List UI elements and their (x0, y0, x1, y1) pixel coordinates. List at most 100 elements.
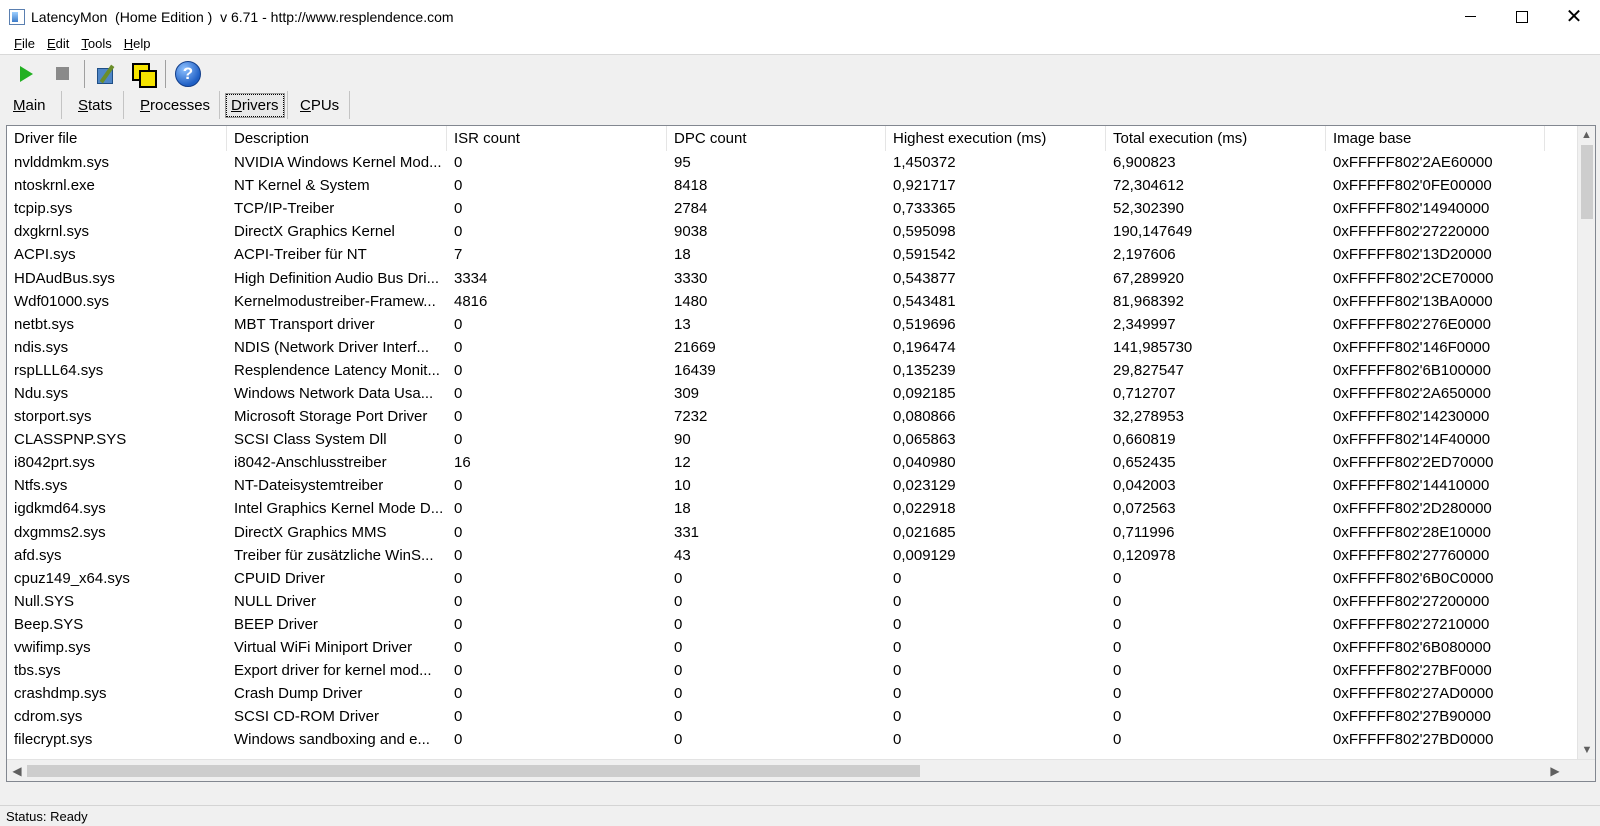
table-row[interactable]: rspLLL64.sys Resplendence Latency Monit..… (7, 359, 1545, 382)
table-row[interactable]: Beep.SYS BEEP Driver 0 0 0 0 0xFFFFF802'272100… (7, 613, 1545, 636)
latencymon-app-icon[interactable] (9, 8, 25, 25)
cell-dpc-count: 3330 (674, 269, 708, 287)
cell-total-execution: 0 (1113, 708, 1122, 726)
column-header-dpc-count[interactable]: DPC count (667, 126, 886, 151)
cell-isr-count: 0 (454, 315, 463, 333)
horizontal-scrollbar[interactable]: ◀ ▶ (7, 759, 1595, 781)
table-row[interactable]: vwifimp.sys Virtual WiFi Miniport Driver 0… (7, 636, 1545, 659)
stop-monitor-button[interactable] (46, 58, 78, 90)
table-row[interactable]: ndis.sys NDIS (Network Driver Interf... 0 2… (7, 336, 1545, 359)
table-row[interactable]: nvlddmkm.sys NVIDIA Windows Kernel Mod...… (7, 151, 1545, 174)
cell-dpc-count: 0 (674, 615, 683, 633)
cell-driver-file: Beep.SYS (14, 615, 84, 633)
column-header-driver-file[interactable]: Driver file (7, 126, 227, 151)
cell-driver-file: vwifimp.sys (14, 639, 91, 657)
scroll-right-icon[interactable]: ▶ (1545, 760, 1565, 781)
tools-button[interactable] (91, 58, 123, 90)
cell-description: Virtual WiFi Miniport Driver (234, 639, 413, 657)
vertical-scroll-thumb[interactable] (1581, 145, 1593, 219)
table-row[interactable]: netbt.sys MBT Transport driver 0 13 0,519696… (7, 313, 1545, 336)
help-button[interactable]: ? (172, 58, 204, 90)
table-row[interactable]: igdkmd64.sys Intel Graphics Kernel Mode D… (7, 497, 1545, 520)
table-row[interactable]: dxgkrnl.sys DirectX Graphics Kernel 0 9038 0… (7, 220, 1545, 243)
table-row[interactable]: storport.sys Microsoft Storage Port Drive… (7, 405, 1545, 428)
cell-highest-execution: 0,519696 (893, 315, 956, 333)
cell-description: DirectX Graphics MMS (234, 523, 387, 541)
table-row[interactable]: Ndu.sys Windows Network Data Usa... 0 309 0,… (7, 382, 1545, 405)
column-header-isr-count[interactable]: ISR count (447, 126, 667, 151)
column-header-total-execution[interactable]: Total execution (ms) (1106, 126, 1326, 151)
close-button[interactable]: ✕ (1548, 0, 1600, 33)
tab-cpus[interactable]: CPUs (288, 91, 350, 119)
menu-tools[interactable]: Tools (75, 36, 117, 51)
column-header-image-base[interactable]: Image base (1326, 126, 1545, 151)
cell-description: i8042-Anschlusstreiber (234, 454, 387, 472)
table-row[interactable]: ACPI.sys ACPI-Treiber für NT 7 18 0,591542 2,… (7, 243, 1545, 266)
cell-description: CPUID Driver (234, 569, 325, 587)
table-row[interactable]: HDAudBus.sys High Definition Audio Bus Dr… (7, 266, 1545, 289)
cell-total-execution: 0,660819 (1113, 431, 1176, 449)
cell-description: TCP/IP-Treiber (234, 200, 335, 218)
column-header-description[interactable]: Description (227, 126, 447, 151)
cell-image-base: 0xFFFFF802'14410000 (1333, 477, 1490, 495)
minimize-button[interactable] (1444, 0, 1496, 33)
cell-highest-execution: 0,080866 (893, 408, 956, 426)
cell-dpc-count: 0 (674, 569, 683, 587)
table-row[interactable]: crashdmp.sys Crash Dump Driver 0 0 0 0 0xFFFFF… (7, 682, 1545, 705)
windows-button[interactable] (127, 58, 159, 90)
vertical-scrollbar[interactable]: ▲ ▼ (1577, 126, 1595, 759)
cell-description: BEEP Driver (234, 615, 318, 633)
table-row[interactable]: cdrom.sys SCSI CD-ROM Driver 0 0 0 0 0xFFFFF80… (7, 705, 1545, 728)
cell-isr-count: 0 (454, 592, 463, 610)
table-row[interactable]: tcpip.sys TCP/IP-Treiber 0 2784 0,733365 52,3… (7, 197, 1545, 220)
menu-file[interactable]: File (8, 36, 41, 51)
table-row[interactable]: cpuz149_x64.sys CPUID Driver 0 0 0 0 0xFFFFF80… (7, 567, 1545, 590)
cell-description: MBT Transport driver (234, 315, 375, 333)
table-row[interactable]: ntoskrnl.exe NT Kernel & System 0 8418 0,921… (7, 174, 1545, 197)
table-row[interactable]: Wdf01000.sys Kernelmodustreiber-Framew...… (7, 290, 1545, 313)
maximize-button[interactable] (1496, 0, 1548, 33)
cell-dpc-count: 18 (674, 500, 691, 518)
drivers-list[interactable]: Driver file Description ISR count DPC co… (6, 125, 1596, 782)
cell-dpc-count: 331 (674, 523, 700, 541)
cell-total-execution: 2,349997 (1113, 315, 1176, 333)
cell-highest-execution: 1,450372 (893, 154, 956, 172)
scroll-left-icon[interactable]: ◀ (7, 760, 27, 781)
tab-strip: Main Stats Processes Drivers CPUs (0, 90, 1600, 120)
menu-help[interactable]: Help (118, 36, 157, 51)
table-row[interactable]: i8042prt.sys i8042-Anschlusstreiber 16 12 0,… (7, 451, 1545, 474)
cell-isr-count: 16 (454, 454, 471, 472)
cell-dpc-count: 21669 (674, 338, 716, 356)
cell-isr-count: 0 (454, 361, 463, 379)
table-row[interactable]: Ntfs.sys NT-Dateisystemtreiber 0 10 0,023129… (7, 474, 1545, 497)
tab-main[interactable]: Main (2, 91, 62, 119)
tab-processes[interactable]: Processes (124, 91, 220, 119)
cell-isr-count: 7 (454, 246, 463, 264)
cell-total-execution: 32,278953 (1113, 408, 1184, 426)
table-row[interactable]: dxgmms2.sys DirectX Graphics MMS 0 331 0,021… (7, 521, 1545, 544)
table-row[interactable]: Null.SYS NULL Driver 0 0 0 0 0xFFFFF802'272000… (7, 590, 1545, 613)
table-row[interactable]: filecrypt.sys Windows sandboxing and e...… (7, 728, 1545, 751)
cell-highest-execution: 0 (893, 662, 902, 680)
horizontal-scroll-thumb[interactable] (27, 765, 920, 777)
tab-stats[interactable]: Stats (62, 91, 124, 119)
start-monitor-button[interactable] (10, 58, 42, 90)
cell-description: SCSI CD-ROM Driver (234, 708, 379, 726)
cell-description: High Definition Audio Bus Dri... (234, 269, 440, 287)
cell-total-execution: 0 (1113, 615, 1122, 633)
menu-edit[interactable]: Edit (41, 36, 75, 51)
cell-isr-count: 0 (454, 200, 463, 218)
menu-bar: File Edit Tools Help (0, 33, 1600, 55)
table-row[interactable]: CLASSPNP.SYS SCSI Class System Dll 0 90 0,06… (7, 428, 1545, 451)
toolbar-separator (84, 59, 85, 88)
cell-description: Export driver for kernel mod... (234, 662, 432, 680)
scroll-down-icon[interactable]: ▼ (1578, 741, 1595, 759)
cell-isr-count: 0 (454, 685, 463, 703)
column-header-highest-execution[interactable]: Highest execution (ms) (886, 126, 1106, 151)
tab-drivers[interactable]: Drivers (220, 91, 288, 119)
table-row[interactable]: tbs.sys Export driver for kernel mod... 0 0… (7, 659, 1545, 682)
cell-description: SCSI Class System Dll (234, 431, 387, 449)
table-row[interactable]: afd.sys Treiber für zusätzliche WinS... 0 4… (7, 544, 1545, 567)
cell-image-base: 0xFFFFF802'27210000 (1333, 615, 1490, 633)
scroll-up-icon[interactable]: ▲ (1578, 126, 1595, 144)
